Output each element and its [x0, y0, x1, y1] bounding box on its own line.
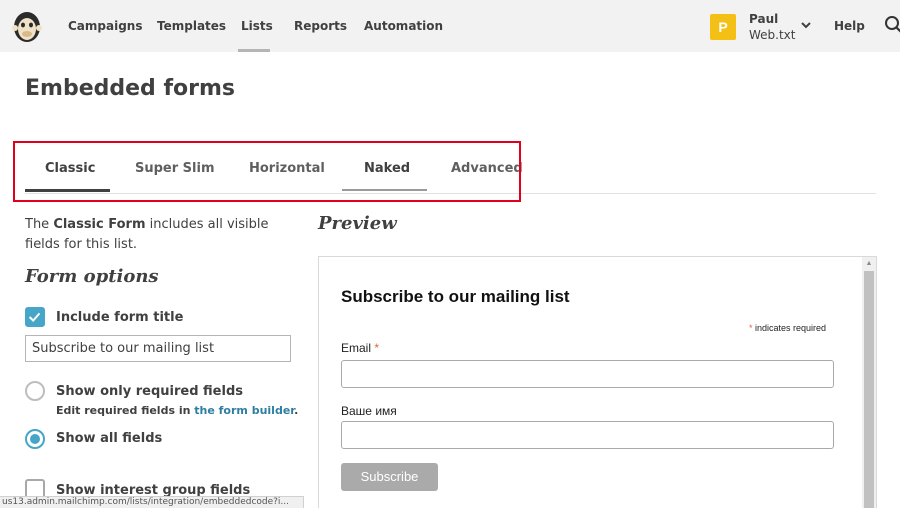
required-fields-label[interactable]: Show only required fields	[56, 384, 243, 399]
preview-scrollbar[interactable]: ▲	[862, 257, 876, 508]
account-name[interactable]: Paul	[749, 12, 778, 26]
top-navigation: Campaigns Templates Lists Reports Automa…	[0, 0, 900, 52]
nav-lists[interactable]: Lists	[241, 19, 273, 33]
edit-note-period: .	[294, 404, 299, 417]
edit-note-text: Edit required fields in	[56, 404, 195, 417]
show-all-fields-label[interactable]: Show all fields	[56, 431, 162, 446]
form-type-name: Classic Form	[53, 217, 146, 232]
nav-automation[interactable]: Automation	[364, 19, 443, 33]
nav-reports[interactable]: Reports	[294, 19, 347, 33]
email-required-star: *	[374, 341, 380, 355]
intro-text-start: The	[25, 217, 54, 232]
scroll-thumb[interactable]	[864, 271, 874, 508]
form-description: The Classic Form includes all visible fi…	[25, 215, 290, 255]
preview-form-title: Subscribe to our mailing list	[341, 287, 570, 306]
nav-active-indicator	[238, 49, 270, 52]
preview-email-input[interactable]	[341, 360, 834, 388]
required-fields-radio[interactable]	[25, 381, 45, 401]
account-avatar[interactable]: P	[710, 14, 736, 40]
tabs-highlight-box	[13, 141, 521, 202]
search-icon[interactable]	[884, 15, 900, 35]
email-field-label: Email *	[341, 341, 379, 355]
help-link[interactable]: Help	[834, 19, 865, 33]
required-note-text: indicates required	[752, 323, 827, 333]
page-title: Embedded forms	[25, 76, 235, 101]
preview-heading: Preview	[318, 213, 397, 234]
mailchimp-logo-icon[interactable]	[10, 8, 44, 44]
nav-templates[interactable]: Templates	[157, 19, 226, 33]
form-title-input[interactable]: Subscribe to our mailing list	[25, 335, 291, 362]
preview-name-input[interactable]	[341, 421, 834, 449]
scroll-up-arrow-icon[interactable]: ▲	[865, 260, 873, 268]
include-title-label[interactable]: Include form title	[56, 310, 183, 325]
show-all-fields-radio[interactable]	[25, 429, 45, 449]
form-builder-link[interactable]: the form builder	[194, 404, 294, 417]
account-org[interactable]: Web.txt	[749, 28, 796, 42]
browser-status-url: us13.admin.mailchimp.com/lists/integrati…	[0, 496, 304, 508]
preview-frame: Subscribe to our mailing list * indicate…	[318, 256, 877, 508]
required-indicator-note: * indicates required	[749, 323, 826, 333]
name-field-label: Ваше имя	[341, 404, 397, 418]
checkmark-icon	[28, 312, 41, 323]
form-options-heading: Form options	[25, 266, 159, 287]
include-title-checkbox[interactable]	[25, 307, 45, 327]
edit-required-note: Edit required fields in the form builder…	[56, 404, 298, 417]
email-label-text: Email	[341, 341, 375, 355]
preview-subscribe-button[interactable]: Subscribe	[341, 463, 438, 491]
nav-campaigns[interactable]: Campaigns	[68, 19, 142, 33]
chevron-down-icon[interactable]	[800, 19, 812, 31]
